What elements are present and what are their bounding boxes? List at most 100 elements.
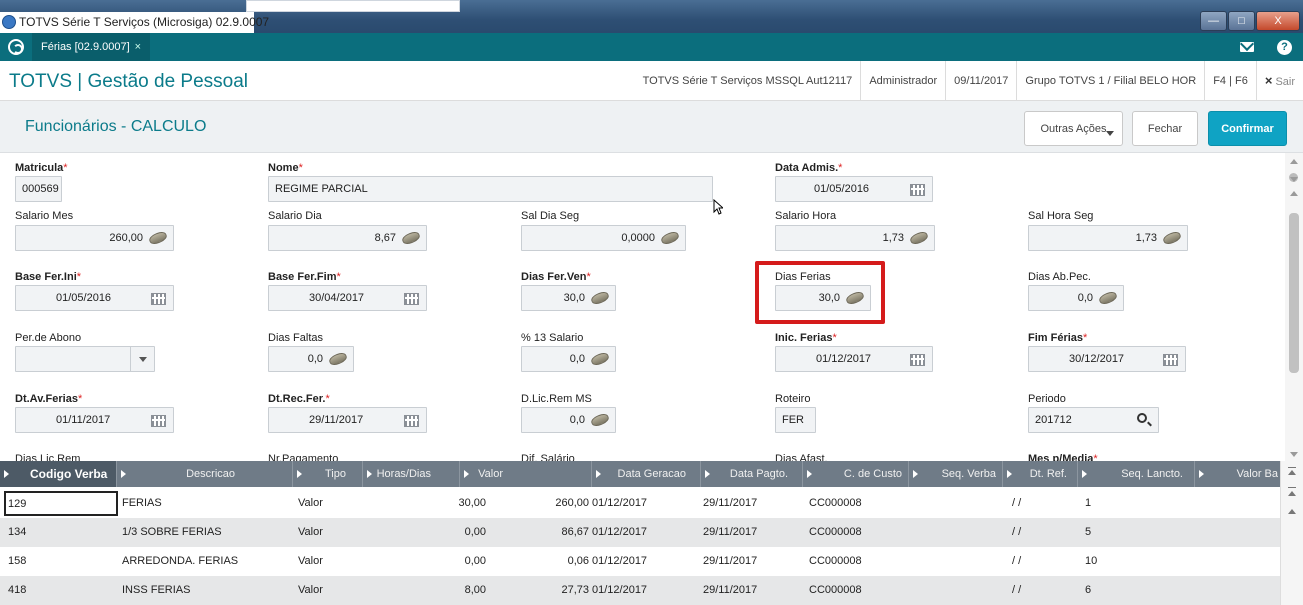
tab-ferias[interactable]: Férias [02.9.0007] × — [32, 33, 150, 61]
cell-horas[interactable]: 30,00 — [458, 497, 486, 509]
cell-valor[interactable]: 86,67 — [561, 526, 589, 538]
data-admis-field[interactable]: 01/05/2016 — [775, 176, 933, 202]
confirm-button[interactable]: Confirmar — [1208, 111, 1287, 146]
calculator-icon[interactable] — [908, 229, 930, 247]
cell-c-custo[interactable]: CC000008 — [809, 497, 862, 509]
cell-data-pagto[interactable]: 29/11/2017 — [703, 555, 757, 567]
cell-dt-ref[interactable]: / / — [1012, 526, 1021, 538]
cell-c-custo[interactable]: CC000008 — [809, 526, 862, 538]
d-lic-rem-ms-field[interactable]: 0,0 — [521, 407, 616, 433]
help-icon[interactable]: ? — [1277, 40, 1292, 55]
calendar-icon[interactable] — [151, 415, 166, 427]
cell-tipo[interactable]: Valor — [298, 555, 323, 567]
scroll-up-icon[interactable] — [1288, 509, 1296, 514]
calendar-icon[interactable] — [1163, 354, 1178, 366]
cell-dt-ref[interactable]: / / — [1012, 555, 1021, 567]
cell-data-pagto[interactable]: 29/11/2017 — [703, 584, 757, 596]
calendar-icon[interactable] — [404, 293, 419, 305]
dias-fer-ven-field[interactable]: 30,0 — [521, 285, 616, 311]
col-header-tipo[interactable]: Tipo — [293, 461, 363, 487]
dt-av-ferias-field[interactable]: 01/11/2017 — [15, 407, 174, 433]
scroll-top-icon[interactable] — [1288, 467, 1296, 468]
cell-valor[interactable]: 260,00 — [555, 497, 589, 509]
scroll-thumb[interactable] — [1289, 213, 1299, 373]
cell-data-geracao[interactable]: 01/12/2017 — [592, 497, 647, 509]
dias-faltas-field[interactable]: 0,0 — [268, 346, 354, 372]
cell-seq-lancto[interactable]: 1 — [1085, 497, 1091, 509]
cell-horas[interactable]: 0,00 — [465, 526, 486, 538]
calculator-icon[interactable] — [400, 229, 422, 247]
exit-button[interactable]: × Sair — [1255, 60, 1303, 102]
cell-dt-ref[interactable]: / / — [1012, 584, 1021, 596]
other-actions-button[interactable]: Outras Ações — [1024, 111, 1123, 146]
calendar-icon[interactable] — [404, 415, 419, 427]
cell-descricao[interactable]: FERIAS — [122, 497, 162, 509]
minimize-button[interactable]: — — [1200, 11, 1227, 31]
calculator-icon[interactable] — [589, 411, 611, 429]
salario-mes-field[interactable]: 260,00 — [15, 225, 174, 251]
roteiro-field[interactable]: FER — [775, 407, 816, 433]
scroll-down-small-icon[interactable] — [1290, 177, 1298, 182]
periodo-field[interactable]: 201712 — [1028, 407, 1159, 433]
col-header-data-pagto[interactable]: Data Pagto. — [701, 461, 803, 487]
dt-rec-fer-field[interactable]: 29/11/2017 — [268, 407, 427, 433]
cell-seq-lancto[interactable]: 6 — [1085, 584, 1091, 596]
cell-c-custo[interactable]: CC000008 — [809, 555, 862, 567]
sal-dia-seg-field[interactable]: 0,0000 — [521, 225, 686, 251]
cell-horas[interactable]: 0,00 — [465, 555, 486, 567]
tab-close-icon[interactable]: × — [135, 41, 141, 53]
calculator-icon[interactable] — [147, 229, 169, 247]
scroll-up-icon[interactable] — [1290, 159, 1298, 164]
cell-horas[interactable]: 8,00 — [465, 584, 486, 596]
cell-valor[interactable]: 0,06 — [568, 555, 589, 567]
per-abono-select[interactable] — [15, 346, 155, 372]
pct-13-salario-field[interactable]: 0,0 — [521, 346, 616, 372]
cell-codigo[interactable]: 158 — [8, 555, 26, 567]
salario-hora-field[interactable]: 1,73 — [775, 225, 935, 251]
col-header-valor[interactable]: Valor — [460, 461, 592, 487]
table-row[interactable]: 134 1/3 SOBRE FERIAS Valor 0,00 86,67 01… — [0, 518, 1280, 547]
table-row[interactable]: 129 FERIAS Valor 30,00 260,00 01/12/2017… — [0, 489, 1280, 518]
cell-data-geracao[interactable]: 01/12/2017 — [592, 584, 647, 596]
table-row[interactable]: 158 ARREDONDA. FERIAS Valor 0,00 0,06 01… — [0, 547, 1280, 576]
col-header-c-custo[interactable]: C. de Custo — [803, 461, 909, 487]
group-label[interactable]: Grupo TOTVS 1 / Filial BELO HOR — [1016, 61, 1204, 101]
scroll-down-icon[interactable] — [1290, 452, 1298, 457]
fim-ferias-field[interactable]: 30/12/2017 — [1028, 346, 1186, 372]
base-fer-ini-field[interactable]: 01/05/2016 — [15, 285, 174, 311]
cell-c-custo[interactable]: CC000008 — [809, 584, 862, 596]
scroll-up-small-icon[interactable] — [1290, 191, 1298, 196]
table-row[interactable]: 418 INSS FERIAS Valor 8,00 27,73 01/12/2… — [0, 576, 1280, 605]
calculator-icon[interactable] — [1097, 289, 1119, 307]
scroll-page-up-icon[interactable] — [1288, 487, 1296, 488]
col-header-horas-dias[interactable]: Horas/Dias — [363, 461, 460, 487]
cell-codigo[interactable]: 129 — [4, 491, 118, 516]
cell-tipo[interactable]: Valor — [298, 584, 323, 596]
cell-data-geracao[interactable]: 01/12/2017 — [592, 555, 647, 567]
cell-valor[interactable]: 27,73 — [561, 584, 589, 596]
nome-field[interactable]: REGIME PARCIAL — [268, 176, 713, 202]
calculator-icon[interactable] — [589, 289, 611, 307]
col-header-descricao[interactable]: Descricao — [117, 461, 293, 487]
cell-codigo[interactable]: 134 — [8, 526, 26, 538]
col-header-seq-lancto[interactable]: Seq. Lancto. — [1078, 461, 1195, 487]
cell-tipo[interactable]: Valor — [298, 497, 323, 509]
grid-scrollbar[interactable] — [1280, 461, 1303, 605]
col-header-data-geracao[interactable]: Data Geracao — [592, 461, 701, 487]
cell-seq-lancto[interactable]: 5 — [1085, 526, 1091, 538]
calendar-icon[interactable] — [910, 354, 925, 366]
cell-data-geracao[interactable]: 01/12/2017 — [592, 526, 647, 538]
cell-descricao[interactable]: 1/3 SOBRE FERIAS — [122, 526, 222, 538]
cell-dt-ref[interactable]: / / — [1012, 497, 1021, 509]
cell-data-pagto[interactable]: 29/11/2017 — [703, 526, 757, 538]
inic-ferias-field[interactable]: 01/12/2017 — [775, 346, 933, 372]
calculator-icon[interactable] — [589, 350, 611, 368]
shortcuts-label[interactable]: F4 | F6 — [1204, 61, 1256, 101]
cell-tipo[interactable]: Valor — [298, 526, 323, 538]
user-label[interactable]: Administrador — [860, 61, 945, 101]
form-scrollbar[interactable] — [1285, 153, 1303, 461]
calendar-icon[interactable] — [151, 293, 166, 305]
cell-descricao[interactable]: ARREDONDA. FERIAS — [122, 555, 238, 567]
calculator-icon[interactable] — [1161, 229, 1183, 247]
cell-data-pagto[interactable]: 29/11/2017 — [703, 497, 757, 509]
